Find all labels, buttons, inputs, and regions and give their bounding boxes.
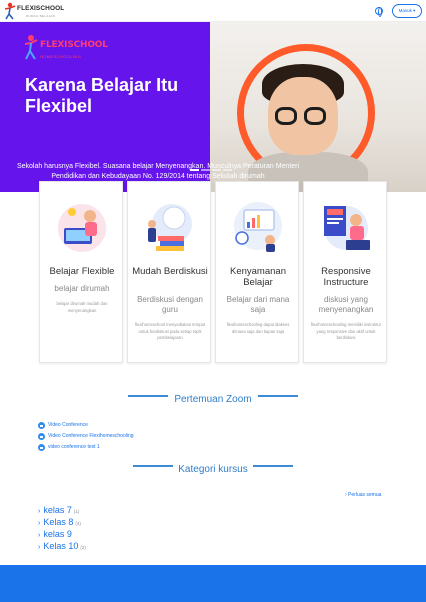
course-count: (2) — [80, 545, 86, 550]
logo-subtitle: RUMAH BELAJAR — [26, 14, 56, 18]
glasses-left-icon — [275, 107, 297, 125]
chevron-right-icon[interactable]: › — [38, 544, 40, 551]
zoom-meeting-link[interactable]: Video Conference Flexihomeschooling — [48, 433, 134, 440]
feature-description: belajar dirumah mudah dan menyenangkan — [56, 301, 108, 313]
login-button[interactable]: Masuk ▾ — [392, 4, 422, 18]
heading-divider — [128, 395, 168, 397]
zoom-meeting-link[interactable]: Video Conference — [48, 422, 88, 429]
feature-description: flexihomeschooling dapat diakses dimana … — [226, 322, 290, 334]
top-navbar: FLEXISCHOOL RUMAH BELAJAR Masuk ▾ — [0, 0, 426, 22]
feature-card-discussion: Mudah Berdiskusi Berdiskusi dengan guru … — [127, 181, 211, 363]
page-footer — [0, 565, 426, 602]
laptop-learning-icon — [58, 204, 106, 252]
feature-card-responsive: Responsive Instructure diskusi yang meny… — [303, 181, 387, 363]
course-category-link[interactable]: Kelas 10 — [43, 541, 78, 551]
hero-slider: FLEXISCHOOL HOMESCHOOLING Karena Belajar… — [0, 22, 426, 192]
hero-description: Sekolah harusnya Flexibel. Suasana belaj… — [16, 163, 300, 180]
course-category-item[interactable]: › Kelas 8 (4) — [38, 512, 81, 527]
course-category-item[interactable]: › kelas 7 (1) — [38, 500, 79, 515]
hero-brand-text: FLEXISCHOOL — [40, 40, 108, 50]
logo-text: FLEXISCHOOL — [17, 5, 65, 12]
course-heading-text: Kategori kursus — [175, 464, 251, 475]
feature-title: Belajar Flexible — [49, 266, 115, 277]
course-section-heading: Kategori kursus — [128, 459, 298, 475]
feature-card-comfort: Kenyamanan Belajar Belajar dari mana saj… — [215, 181, 299, 363]
heading-divider — [258, 395, 298, 397]
books-discussion-icon — [148, 204, 192, 251]
feature-title: Kenyamanan Belajar — [230, 266, 286, 288]
zoom-meeting-link[interactable]: video conference test 1 — [48, 444, 100, 451]
course-category-item[interactable]: › kelas 9 — [38, 524, 74, 539]
language-globe-icon[interactable] — [375, 7, 383, 17]
expand-all-link[interactable]: › Perluas semua — [345, 492, 381, 498]
feature-description: flexihomeschool menyediakan tempat untuk… — [134, 322, 206, 340]
dashboard-learning-icon — [234, 202, 282, 252]
heading-divider — [253, 465, 293, 467]
course-category-item[interactable]: › Kelas 10 (2) — [38, 536, 86, 551]
feature-title: Responsive Instructure — [321, 266, 371, 288]
zoom-heading-text: Pertemuan Zoom — [171, 394, 255, 405]
feature-description: flexihomeschooling memiliki instruktur y… — [310, 322, 382, 340]
feature-subtitle: belajar dirumah — [54, 284, 110, 293]
video-camera-icon — [38, 444, 45, 451]
instructor-board-icon — [324, 206, 370, 250]
feature-card-flexible: Belajar Flexible belajar dirumah belajar… — [39, 181, 123, 363]
hero-title: Karena Belajar Itu Flexibel — [25, 75, 179, 116]
brand-figure-icon — [24, 35, 38, 60]
glasses-right-icon — [304, 107, 326, 125]
video-camera-icon — [38, 433, 45, 440]
feature-subtitle: Berdiskusi dengan guru — [137, 295, 203, 314]
hero-brand-logo: FLEXISCHOOL HOMESCHOOLING — [22, 32, 108, 62]
heading-divider — [133, 465, 173, 467]
feature-subtitle: Belajar dari mana saja — [226, 295, 290, 314]
course-count: (4) — [75, 521, 81, 526]
logo-figure-icon — [4, 2, 16, 20]
feature-subtitle: diskusi yang menyenangkan — [318, 295, 374, 314]
site-logo[interactable]: FLEXISCHOOL RUMAH BELAJAR — [4, 2, 64, 20]
video-camera-icon — [38, 422, 45, 429]
zoom-section-heading: Pertemuan Zoom — [128, 389, 298, 405]
hero-brand-subtitle: HOMESCHOOLING — [40, 54, 82, 59]
feature-title: Mudah Berdiskusi — [132, 266, 208, 277]
